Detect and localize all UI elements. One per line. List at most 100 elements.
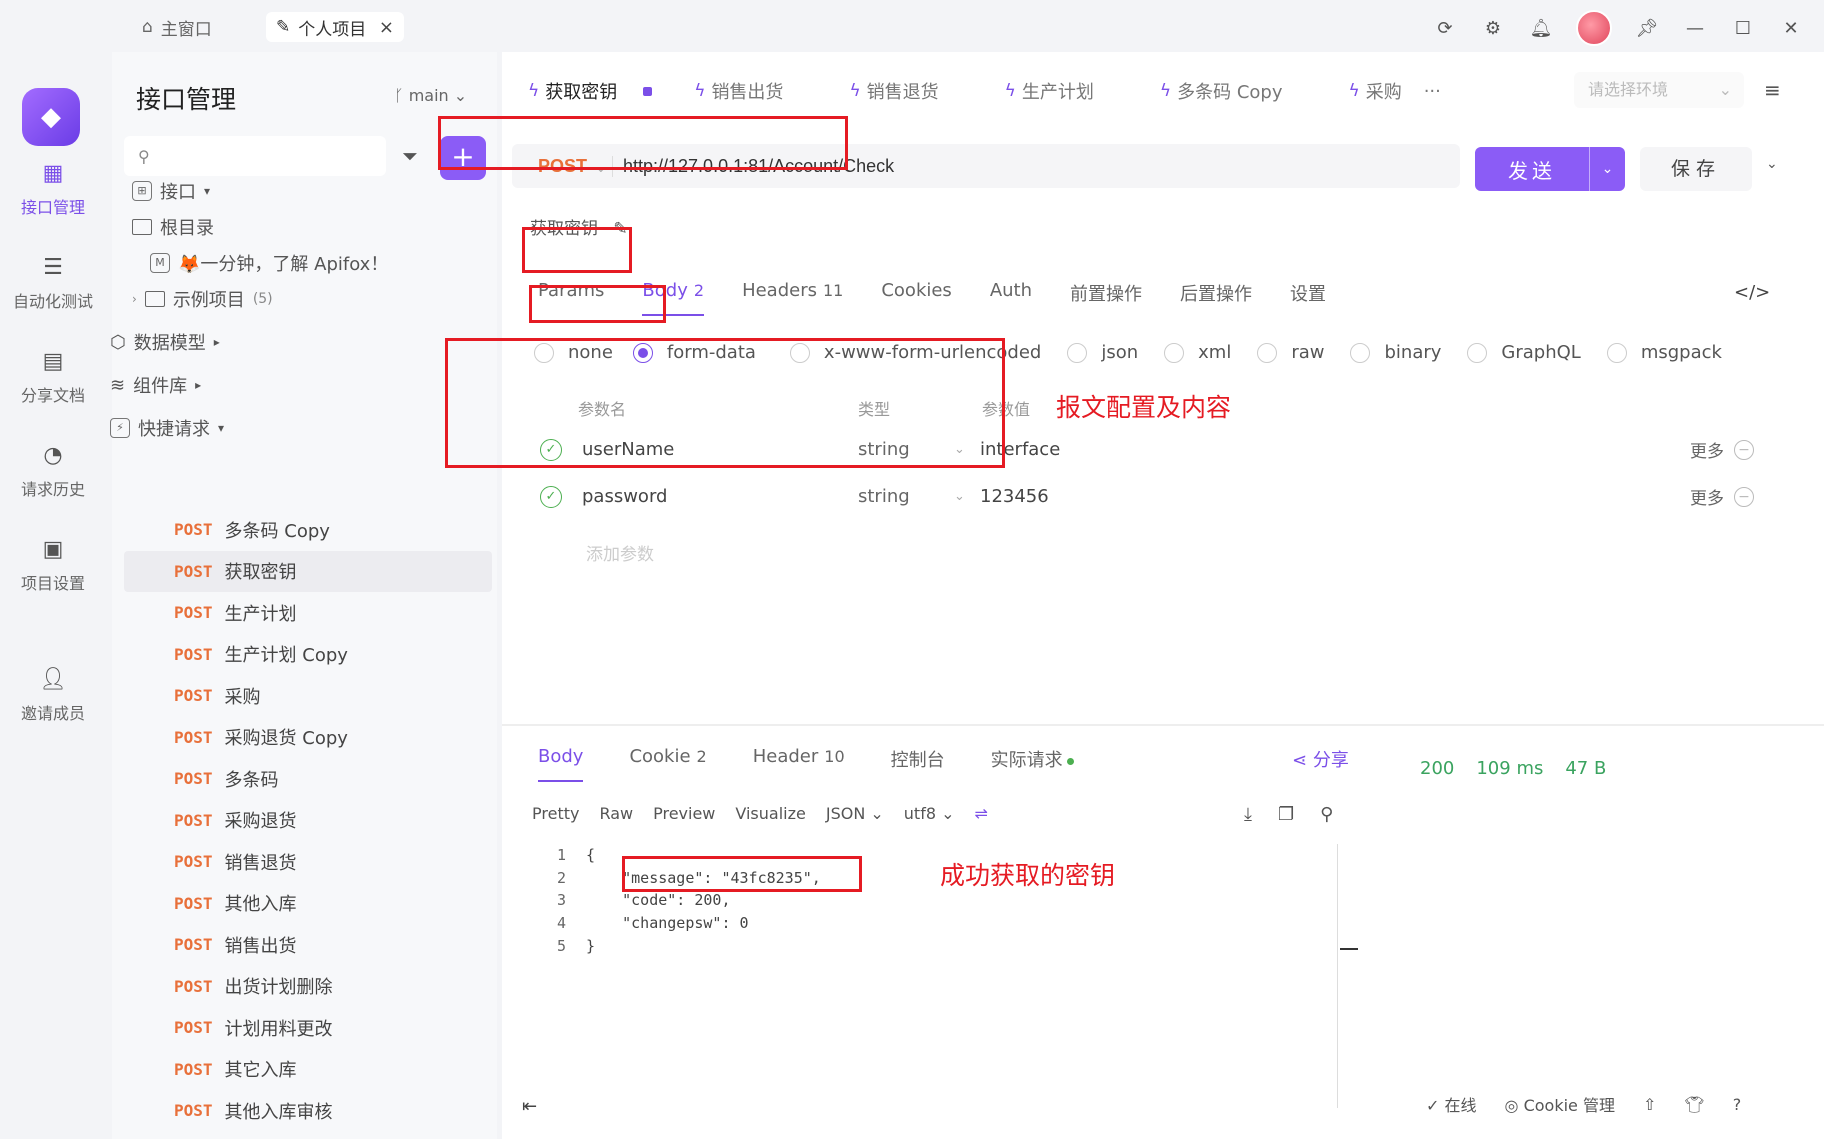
list-item[interactable]: POST 获取密钥 bbox=[124, 550, 492, 592]
online-status[interactable]: ✓ 在线 bbox=[1426, 1092, 1477, 1116]
list-item[interactable]: POST 出货计划删除 bbox=[124, 966, 492, 1008]
tab-headers[interactable]: Headers 11 bbox=[742, 280, 843, 316]
remove-icon[interactable]: − bbox=[1734, 486, 1754, 507]
refresh-icon[interactable]: ⟳ bbox=[1432, 15, 1458, 41]
radio-binary[interactable]: binary bbox=[1350, 342, 1441, 363]
radio-graphql[interactable]: GraphQL bbox=[1467, 342, 1581, 363]
pin-icon[interactable]: 📌︎ bbox=[1634, 15, 1660, 41]
tab-actual-request[interactable]: 实际请求 bbox=[991, 746, 1074, 782]
menu-icon[interactable]: ≡ bbox=[1764, 78, 1781, 102]
tree-data-models[interactable]: ⬡ 数据模型 ▸ bbox=[110, 329, 220, 355]
code-icon[interactable]: </> bbox=[1734, 282, 1770, 303]
radio-raw[interactable]: raw bbox=[1257, 342, 1324, 363]
chevron-down-icon[interactable]: ⌄ bbox=[954, 426, 965, 473]
tree-components[interactable]: ≋ 组件库 ▸ bbox=[110, 372, 201, 398]
add-param-button[interactable]: 添加参数 bbox=[586, 540, 654, 565]
param-type[interactable]: string bbox=[858, 426, 910, 473]
check-icon[interactable]: ✓ bbox=[540, 485, 562, 508]
chevron-down-icon[interactable]: ⌄ bbox=[954, 473, 965, 520]
collapse-sidebar-icon[interactable]: ⇤ bbox=[522, 1096, 537, 1117]
save-options-icon[interactable]: ⌄ bbox=[1766, 156, 1778, 172]
list-item[interactable]: POST 销售退货 bbox=[124, 841, 492, 883]
radio-form-data[interactable]: form-data bbox=[632, 342, 756, 363]
close-tab-icon[interactable]: × bbox=[379, 17, 394, 38]
list-item[interactable]: POST 生产计划 Copy bbox=[124, 634, 492, 676]
more-tabs-icon[interactable]: ··· bbox=[1424, 81, 1441, 102]
param-name[interactable]: password bbox=[582, 473, 667, 520]
share-button[interactable]: ⋖ 分享 bbox=[1292, 746, 1349, 772]
minimize-icon[interactable]: — bbox=[1682, 15, 1708, 41]
list-item[interactable]: POST 其他入库审核 bbox=[124, 1090, 492, 1132]
chevron-down-icon[interactable]: ⌄ bbox=[1590, 161, 1625, 177]
list-item[interactable]: POST 其他入库 bbox=[124, 883, 492, 925]
list-item[interactable]: POST 采购 bbox=[124, 675, 492, 717]
search-icon[interactable]: ⚲ bbox=[1320, 804, 1333, 825]
avatar[interactable] bbox=[1576, 10, 1612, 46]
add-button[interactable]: + bbox=[440, 136, 486, 180]
tab-sales-out[interactable]: ϟ 销售出货 bbox=[694, 78, 783, 104]
send-button[interactable]: 发送 ⌄ bbox=[1475, 147, 1625, 191]
format-pretty[interactable]: Pretty bbox=[532, 804, 579, 823]
tab-sales-return[interactable]: ϟ 销售退货 bbox=[849, 78, 938, 104]
list-item[interactable]: POST 多条码 Copy bbox=[124, 509, 492, 551]
format-visualize[interactable]: Visualize bbox=[735, 804, 805, 823]
radio-urlencoded[interactable]: x-www-form-urlencoded bbox=[789, 342, 1041, 363]
rail-share-docs[interactable]: ▤ 分享文档 bbox=[0, 348, 106, 406]
radio-msgpack[interactable]: msgpack bbox=[1606, 342, 1722, 363]
settings-icon[interactable]: ⚙ bbox=[1480, 15, 1506, 41]
close-window-icon[interactable]: ✕ bbox=[1778, 15, 1804, 41]
format-preview[interactable]: Preview bbox=[653, 804, 715, 823]
list-item[interactable]: POST 生产计划 bbox=[124, 592, 492, 634]
rail-api-management[interactable]: ▦ 接口管理 bbox=[0, 160, 106, 218]
param-name[interactable]: userName bbox=[582, 426, 674, 473]
tab-response-body[interactable]: Body bbox=[538, 746, 584, 782]
cookie-manager[interactable]: ◎ Cookie 管理 bbox=[1505, 1092, 1615, 1116]
tab-body[interactable]: Body 2 bbox=[642, 280, 705, 316]
tab-production-plan[interactable]: ϟ 生产计划 bbox=[1005, 78, 1094, 104]
list-item[interactable]: POST 多条码 bbox=[124, 758, 492, 800]
download-icon[interactable]: ⤓ bbox=[1244, 804, 1252, 825]
tab-response-cookie[interactable]: Cookie 2 bbox=[629, 746, 706, 782]
list-item[interactable]: POST 其它入库 bbox=[124, 1049, 492, 1091]
tree-interfaces[interactable]: ⊞ 接口 ▾ bbox=[132, 178, 210, 204]
bell-icon[interactable]: 🔔︎ bbox=[1528, 15, 1554, 41]
tab-params[interactable]: Params bbox=[538, 280, 604, 316]
list-item[interactable]: POST 采购退货 bbox=[124, 800, 492, 842]
radio-xml[interactable]: xml bbox=[1164, 342, 1231, 363]
branch-selector[interactable]: ᚴ main ⌄ bbox=[394, 86, 467, 105]
rail-history[interactable]: ◔ 请求历史 bbox=[0, 442, 106, 500]
wrap-icon[interactable]: ⇌ bbox=[975, 804, 988, 823]
tab-pre-ops[interactable]: 前置操作 bbox=[1070, 280, 1142, 316]
list-item[interactable]: POST 销售出货 bbox=[124, 924, 492, 966]
radio-json[interactable]: json bbox=[1067, 342, 1138, 363]
response-divider[interactable] bbox=[502, 724, 1824, 726]
shirt-icon[interactable]: 👕︎ bbox=[1684, 1095, 1704, 1114]
tab-response-header[interactable]: Header 10 bbox=[753, 746, 845, 782]
tab-post-ops[interactable]: 后置操作 bbox=[1180, 280, 1252, 316]
tab-home[interactable]: ⌂ 主窗口 bbox=[142, 12, 212, 42]
response-body[interactable]: 1{ 2 "message": "43fc8235", 3 "code": 20… bbox=[532, 844, 1358, 1108]
tab-cookies[interactable]: Cookies bbox=[881, 280, 951, 316]
remove-icon[interactable]: − bbox=[1734, 439, 1754, 460]
more-button[interactable]: 更多 − bbox=[1690, 426, 1754, 473]
tab-multi-barcode-copy[interactable]: ϟ 多条码 Copy bbox=[1160, 78, 1283, 104]
edit-icon[interactable]: ✎ bbox=[613, 219, 627, 239]
check-icon[interactable]: ✓ bbox=[540, 438, 562, 461]
tab-project[interactable]: ✎ 个人项目 × bbox=[266, 12, 404, 42]
copy-icon[interactable]: ❐ bbox=[1278, 804, 1294, 825]
app-logo[interactable]: ◆ bbox=[22, 88, 80, 146]
upload-icon[interactable]: ⇧ bbox=[1643, 1095, 1656, 1114]
tab-settings[interactable]: 设置 bbox=[1290, 280, 1326, 316]
tab-purchase[interactable]: ϟ 采购 bbox=[1348, 78, 1401, 104]
tree-examples[interactable]: › 示例项目 (5) bbox=[132, 286, 273, 312]
encoding-select[interactable]: utf8 ⌄ bbox=[904, 804, 955, 823]
param-type[interactable]: string bbox=[858, 473, 910, 520]
save-button[interactable]: 保存 bbox=[1640, 147, 1752, 191]
filter-icon[interactable]: ⏷ bbox=[402, 144, 418, 168]
environment-select[interactable]: 请选择环境 ⌄ bbox=[1574, 72, 1744, 108]
param-value[interactable]: 123456 bbox=[980, 473, 1049, 520]
format-json-select[interactable]: JSON ⌄ bbox=[826, 804, 884, 823]
sidebar-search[interactable]: ⚲ bbox=[124, 136, 386, 176]
rail-automation[interactable]: ☰ 自动化测试 bbox=[0, 254, 106, 312]
tree-intro-doc[interactable]: M 🦊一分钟，了解 Apifox！ bbox=[150, 250, 388, 276]
